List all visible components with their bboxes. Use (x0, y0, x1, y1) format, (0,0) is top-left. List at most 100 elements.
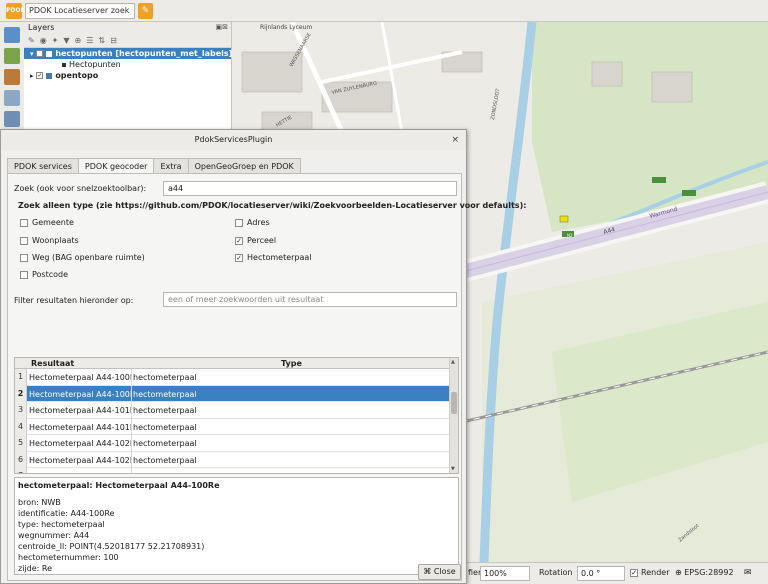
add-vector-icon[interactable] (4, 69, 20, 85)
details-line: hectometernummer: 100 (18, 553, 119, 562)
dialog-title: PdokServicesPlugin (194, 135, 273, 144)
layer-item-opentopo[interactable]: ▸ ✓ opentopo (24, 70, 231, 81)
checkbox-label: Adres (247, 218, 270, 227)
layers-panel: Layers ▣⊠ ✎◉✦▼⊕☰⇅⊟ ▾ hectopunten [hectop… (24, 22, 232, 132)
locator-toolbar: PDOK PDOK Locatieserver zoek ✎ (0, 0, 768, 22)
details-line: bron: NWB (18, 498, 61, 507)
checkbox-label: Woonplaats (32, 236, 79, 245)
table-row[interactable]: 6 Hectometerpaal A44-102Re hectometerpaal (15, 451, 458, 468)
details-line: weergavenaam: Hectometerpaal A44-100Re (18, 574, 455, 575)
result-details: hectometerpaal: Hectometerpaal A44-100Re… (14, 477, 459, 575)
cell-resultaat: Hectometerpaal A44-102Re (29, 455, 131, 465)
row-number[interactable]: 5 (15, 435, 27, 452)
checkbox-label: Postcode (32, 270, 69, 279)
cell-resultaat: Hectometerpaal A44-103Li (29, 472, 131, 473)
row-number[interactable]: 7 (15, 468, 27, 473)
tab-opengeogroep[interactable]: OpenGeoGroep en PDOK (187, 158, 301, 174)
row-number[interactable]: 3 (15, 402, 27, 419)
add-raster-icon[interactable] (4, 48, 20, 64)
cell-resultaat: Hectometerpaal A44-100Re (29, 389, 131, 399)
layer-item-hectopunten[interactable]: ▾ hectopunten [hectopunten_met_labels] (24, 48, 232, 59)
filter-input[interactable]: een of meer zoekwoorden uit resultaat (163, 292, 457, 307)
messages-icon[interactable]: ✉ (744, 568, 752, 578)
layers-toolbar[interactable]: ✎◉✦▼⊕☰⇅⊟ (24, 34, 231, 48)
cell-type: hectometerpaal (133, 373, 197, 382)
column-header-type[interactable]: Type (281, 359, 302, 368)
cell-resultaat: Hectometerpaal A44-101Li (29, 406, 131, 415)
close-button[interactable]: ⌘ Close (418, 564, 461, 580)
checkbox-adres[interactable]: Adres (235, 218, 270, 227)
layer-visibility-checkbox[interactable] (36, 50, 44, 57)
checkbox-weg[interactable]: Weg (BAG openbare ruimte) (20, 253, 145, 262)
clear-search-icon[interactable]: ✎ (138, 3, 153, 19)
cell-resultaat: Hectometerpaal A44-102Li (29, 439, 131, 448)
geocoder-search-input[interactable]: a44 (163, 181, 457, 196)
map-label: N2 (567, 233, 573, 238)
render-checkbox[interactable]: ✓ (630, 568, 638, 577)
table-row[interactable]: 3 Hectometerpaal A44-101Li hectometerpaal (15, 402, 458, 419)
dialog-tabs: PDOK services PDOK geocoder Extra OpenGeoGr… (7, 157, 301, 175)
table-scrollbar[interactable]: ▲ ▼ (449, 358, 458, 473)
row-number[interactable]: 6 (15, 451, 27, 468)
cell-type: hectometerpaal (133, 422, 197, 432)
add-wms-icon[interactable] (4, 90, 20, 106)
scrollbar-thumb[interactable] (451, 392, 457, 414)
cell-type: hectometerpaal (133, 389, 197, 399)
results-table: Resultaat Type 1 Hectometerpaal A44-100Li… (14, 357, 459, 474)
details-line: centroide_ll: POINT(4.52018177 52.217089… (18, 542, 205, 551)
row-number[interactable]: 4 (15, 418, 27, 435)
table-row[interactable]: 4 Hectometerpaal A44-101Re hectometerpaal (15, 418, 458, 435)
close-icon[interactable]: × (451, 130, 459, 150)
tab-extra[interactable]: Extra (153, 158, 189, 174)
hectopunt-marker (559, 215, 569, 223)
close-button-label: Close (433, 567, 456, 576)
layers-title: Layers (28, 23, 55, 32)
close-button-icon: ⌘ (423, 567, 432, 576)
legend-label: Hectopunten (69, 60, 121, 69)
table-row[interactable]: 1 Hectometerpaal A44-100Li hectometerpaal (15, 369, 458, 386)
checkbox-label: Weg (BAG openbare ruimte) (32, 253, 145, 262)
row-number[interactable]: 1 (15, 369, 27, 386)
add-layer-icon[interactable] (4, 27, 20, 43)
checkbox-label: Gemeente (32, 218, 74, 227)
cell-type: hectometerpaal (133, 472, 197, 473)
pdok-plugin-icon[interactable]: PDOK (6, 3, 25, 19)
table-row[interactable]: 7Hectometerpaal A44-103Lihectometerpaal (15, 468, 458, 473)
checkbox-perceel[interactable]: ✓ Perceel (235, 236, 276, 245)
map-label: Rijnlands Lyceum (260, 24, 312, 31)
cell-resultaat: Hectometerpaal A44-100Li (29, 373, 131, 382)
render-label: Render (641, 568, 670, 577)
details-line: type: hectometerpaal (18, 520, 105, 529)
search-label: Zoek (ook voor snelzoektoolbar): (14, 184, 147, 193)
rotation-label: Rotation (539, 568, 573, 577)
dialog-titlebar: PdokServicesPlugin × (1, 130, 466, 150)
locator-search-input[interactable]: PDOK Locatieserver zoek (25, 3, 135, 19)
crs-button[interactable]: ⊕ EPSG:28992 (675, 568, 734, 577)
cell-type: hectometerpaal (133, 406, 197, 415)
types-label: Zoek alleen type (zie https://github.com… (18, 201, 527, 210)
tab-pdok-services[interactable]: PDOK services (7, 158, 79, 174)
magnifier-input[interactable]: 100% (480, 566, 530, 581)
checkbox-gemeente[interactable]: Gemeente (20, 218, 74, 227)
add-wfs-icon[interactable] (4, 111, 20, 127)
layer-legend-item: Hectopunten (24, 59, 231, 70)
table-row[interactable]: 5 Hectometerpaal A44-102Li hectometerpaal (15, 435, 458, 452)
layer-label: opentopo (55, 71, 99, 80)
row-number[interactable]: 2 (15, 385, 27, 402)
cell-type: hectometerpaal (133, 439, 197, 448)
panel-float-close-icon[interactable]: ▣⊠ (216, 23, 228, 31)
checkbox-hectometerpaal[interactable]: ✓ Hectometerpaal (235, 253, 312, 262)
table-header: Resultaat Type (15, 358, 458, 369)
layer-tools-toolbar (0, 22, 24, 132)
checkbox-woonplaats[interactable]: Woonplaats (20, 236, 79, 245)
rotation-input[interactable]: 0.0 ° (577, 566, 625, 581)
column-header-resultaat[interactable]: Resultaat (31, 359, 74, 368)
layer-visibility-checkbox[interactable]: ✓ (36, 72, 44, 79)
checkbox-label: Hectometerpaal (247, 253, 312, 262)
details-line: zijde: Re (18, 564, 53, 573)
table-row[interactable]: 2 Hectometerpaal A44-100Re hectometerpaal (15, 385, 458, 402)
cell-resultaat: Hectometerpaal A44-101Re (29, 422, 131, 432)
render-toggle[interactable]: ✓ Render (630, 568, 669, 577)
crs-label: EPSG:28992 (684, 568, 734, 577)
checkbox-postcode[interactable]: Postcode (20, 270, 68, 279)
